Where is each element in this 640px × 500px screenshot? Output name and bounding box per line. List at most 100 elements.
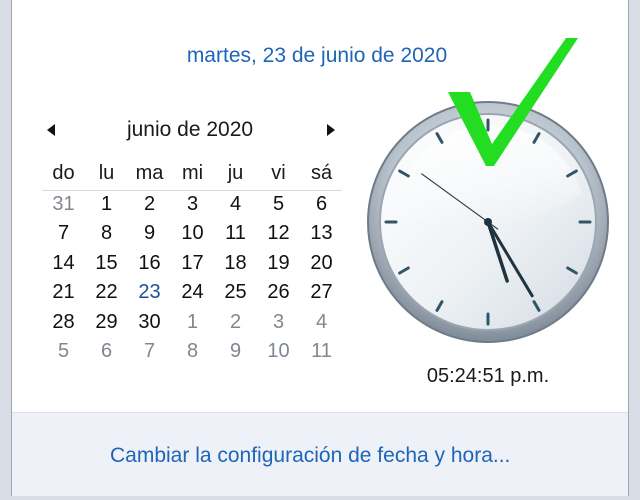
calendar-day-number: 5 [272,193,285,215]
calendar-day-number: 29 [95,310,118,333]
calendar-day-number: 2 [229,310,242,333]
calendar-day[interactable]: 7 [42,219,85,248]
calendar-day-number: 17 [181,251,204,274]
calendar-day-number: 9 [143,222,156,245]
calendar-day[interactable]: 24 [171,278,214,307]
digital-time: 05:24:51 p.m. [426,365,550,387]
calendar-day[interactable]: 1 [171,308,214,337]
calendar-day[interactable]: 12 [257,219,300,248]
calendar-day-number: 2 [143,193,156,215]
calendar-day-number: 6 [315,193,328,215]
calendar-day-number: 7 [143,340,156,362]
weekday-label: lu [98,162,115,184]
calendar-day-number: 16 [138,251,161,274]
calendar-day-number: 19 [267,251,290,274]
weekday-label: vi [271,162,286,184]
calendar-day-number: 22 [95,281,118,304]
calendar-header: junio de 2020 [42,116,336,146]
calendar-day[interactable]: 17 [171,249,214,278]
calendar-day-number: 15 [95,251,118,274]
calendar-day-number: 1 [186,310,199,333]
calendar-day-number: 10 [181,222,204,245]
calendar-day-number: 26 [267,281,290,304]
calendar-day-number: 4 [229,193,242,215]
calendar-day[interactable]: 10 [257,337,300,366]
calendar-day[interactable]: 11 [300,337,343,366]
calendar-day[interactable]: 3 [257,308,300,337]
calendar-day[interactable]: 5 [42,337,85,366]
calendar-day-number: 14 [52,251,75,274]
calendar-day[interactable]: 8 [171,337,214,366]
calendar-day[interactable]: 1 [85,190,128,219]
calendar-day[interactable]: 18 [214,249,257,278]
calendar-day[interactable]: 29 [85,308,128,337]
calendar-day[interactable]: 30 [128,308,171,337]
calendar-day[interactable]: 31 [42,190,85,219]
calendar-day[interactable]: 22 [85,278,128,307]
calendar-day[interactable]: 9 [214,337,257,366]
weekday-label: ju [227,162,244,184]
calendar-day[interactable]: 11 [214,219,257,248]
calendar-day-number: 8 [100,222,113,245]
date-time-flyout: martes, 23 de junio de 2020 junio de 202… [11,0,629,496]
calendar-day-number: 11 [225,222,246,245]
calendar-day[interactable]: 5 [257,190,300,219]
calendar-day[interactable]: 6 [300,190,343,219]
calendar-day-number: 1 [100,193,113,215]
calendar-day[interactable]: 10 [171,219,214,248]
calendar-day[interactable]: 8 [85,219,128,248]
calendar-day[interactable]: 9 [128,219,171,248]
calendar-day-number: 28 [52,310,75,333]
calendar-day-number: 12 [267,222,290,245]
calendar-day-number: 3 [186,193,199,215]
calendar-day[interactable]: 7 [128,337,171,366]
weekday-label: sá [310,162,333,184]
calendar-day[interactable]: 13 [300,219,343,248]
calendar-day[interactable]: 19 [257,249,300,278]
calendar-day-number: 23 [138,281,161,304]
calendar-day[interactable]: 20 [300,249,343,278]
calendar-day-number: 6 [100,340,113,362]
calendar-day[interactable]: 3 [171,190,214,219]
change-date-time-settings-link[interactable]: Cambiar la configuración de fecha y hora… [110,444,510,468]
calendar-day-number: 13 [310,222,333,245]
calendar-day[interactable]: 25 [214,278,257,307]
calendar-day-number: 25 [224,281,247,304]
weekday-label: do [52,162,75,184]
calendar-day-number: 20 [310,251,333,274]
calendar-day[interactable]: 15 [85,249,128,278]
calendar-day[interactable]: 28 [42,308,85,337]
calendar-day-number: 9 [229,340,242,362]
weekday-label: ma [135,162,164,184]
calendar-day[interactable]: 27 [300,278,343,307]
calendar-day[interactable]: 21 [42,278,85,307]
calendar-day-number: 8 [186,340,199,362]
calendar-day-today[interactable]: 23 [128,278,171,307]
calendar-day-number: 3 [272,310,285,333]
weekday-header-row: do lu ma mi ju vi sá [42,162,342,191]
calendar-day-number: 27 [310,281,333,304]
calendar-day-number: 5 [57,340,70,362]
green-checkmark-icon [442,34,582,174]
calendar-day[interactable]: 4 [214,190,257,219]
calendar-day-number: 4 [315,310,328,333]
weekday-label: mi [181,162,204,184]
calendar-day-number: 31 [52,193,75,215]
calendar-day-number: 21 [52,281,75,304]
calendar-day[interactable]: 16 [128,249,171,278]
calendar-day-number: 10 [267,340,290,362]
footer-bar: Cambiar la configuración de fecha y hora… [12,412,628,496]
calendar-day[interactable]: 14 [42,249,85,278]
calendar-day-number: 18 [224,251,247,274]
month-title[interactable]: junio de 2020 [42,118,336,142]
triangle-right-icon[interactable] [324,120,338,140]
calendar-day[interactable]: 2 [128,190,171,219]
calendar-day[interactable]: 6 [85,337,128,366]
calendar-day-number: 11 [311,340,332,362]
calendar-day[interactable]: 26 [257,278,300,307]
calendar-day[interactable]: 4 [300,308,343,337]
calendar-day-number: 24 [181,281,204,304]
calendar-day-number: 7 [57,222,70,245]
calendar-day[interactable]: 2 [214,308,257,337]
calendar-day-number: 30 [138,310,161,333]
